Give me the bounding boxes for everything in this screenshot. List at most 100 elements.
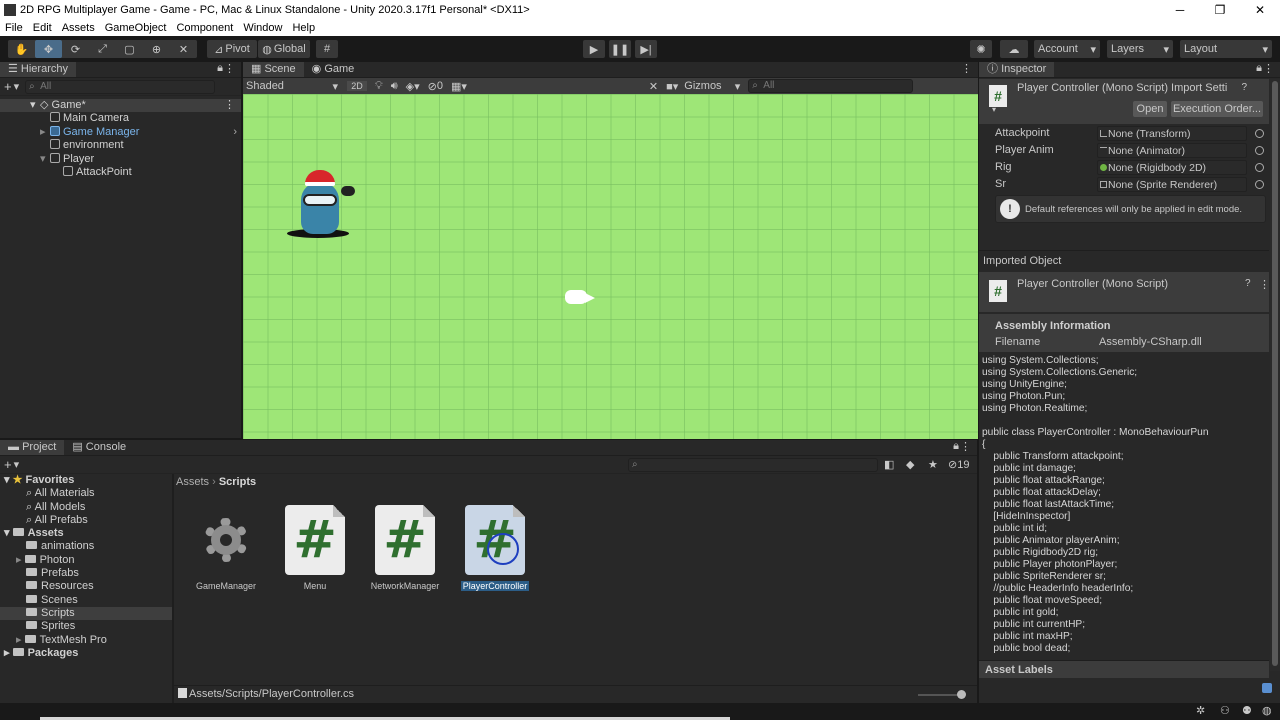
grid-icon[interactable]: ▦▾ xyxy=(451,80,467,93)
breadcrumb-scripts[interactable]: Scripts xyxy=(219,476,256,488)
object-field[interactable]: None (Animator) xyxy=(1097,143,1247,158)
lock-icon[interactable]: 🔒︎ xyxy=(953,440,959,453)
dropdown-arrow-icon[interactable]: ▾ xyxy=(14,458,20,471)
menu-file[interactable]: File xyxy=(0,22,28,34)
custom-tool-icon[interactable]: ✕ xyxy=(170,40,197,58)
object-picker-icon[interactable] xyxy=(1255,129,1264,138)
more-options-icon[interactable]: ⋮ xyxy=(961,62,972,75)
sound-icon[interactable]: ◍ xyxy=(1262,704,1272,717)
cloud-icon[interactable]: ☁ xyxy=(1000,40,1028,58)
chevron-right-icon[interactable]: › xyxy=(233,126,237,139)
bug-icon[interactable]: ⚉ xyxy=(1242,704,1252,717)
open-button[interactable]: Open xyxy=(1133,101,1167,117)
pause-icon[interactable]: ❚❚ xyxy=(609,40,631,58)
services-icon[interactable]: ✺ xyxy=(970,40,992,58)
menu-window[interactable]: Window xyxy=(238,22,287,34)
scrollbar-thumb[interactable] xyxy=(1272,81,1278,666)
label-tag-icon[interactable] xyxy=(1262,683,1272,693)
filter-type-icon[interactable]: ◧ xyxy=(884,458,894,471)
tab-project[interactable]: ▬ Project xyxy=(0,440,65,455)
dropdown-arrow-icon[interactable]: ▾ xyxy=(14,80,20,93)
favorite-item[interactable]: ⌕ All Materials xyxy=(0,487,172,500)
pivot-button[interactable]: ⊿ Pivot xyxy=(207,40,257,58)
minimize-icon[interactable]: ─ xyxy=(1160,0,1200,20)
favorite-item[interactable]: ⌕ All Prefabs xyxy=(0,514,172,527)
more-options-icon[interactable]: ⋮ xyxy=(224,62,235,75)
grid-snap-icon[interactable]: # xyxy=(316,40,338,58)
gizmos-dropdown[interactable]: Gizmos ▾ xyxy=(684,80,740,93)
add-icon[interactable]: + xyxy=(4,79,12,94)
step-icon[interactable]: ▶| xyxy=(635,40,657,58)
tab-game[interactable]: ◉ Game xyxy=(304,62,363,77)
more-options-icon[interactable]: ⋮ xyxy=(960,440,971,453)
lock-icon[interactable]: 🔒︎ xyxy=(217,62,223,75)
rotate-tool-icon[interactable]: ⟳ xyxy=(62,40,89,58)
transform-tool-icon[interactable]: ⊕ xyxy=(143,40,170,58)
favorite-item[interactable]: ⌕ All Models xyxy=(0,501,172,514)
tab-hierarchy[interactable]: ☰ Hierarchy xyxy=(0,62,76,77)
asset-networkmanager[interactable]: # NetworkManager xyxy=(360,505,450,591)
move-tool-icon[interactable]: ✥ xyxy=(35,40,62,58)
inspector-scrollbar[interactable] xyxy=(1270,79,1280,671)
object-field[interactable]: None (Sprite Renderer) xyxy=(1097,177,1247,192)
hierarchy-item-main-camera[interactable]: Main Camera xyxy=(0,112,241,125)
network-icon[interactable]: ⚇ xyxy=(1220,704,1230,717)
zoom-slider-handle[interactable] xyxy=(957,690,966,699)
help-icon[interactable]: ? xyxy=(1241,82,1247,93)
folder-item[interactable]: Prefabs xyxy=(0,567,172,580)
object-field[interactable]: None (Rigidbody 2D) xyxy=(1097,160,1247,175)
hidden-packages-icon[interactable]: ⊘19 xyxy=(948,458,969,471)
more-options-icon[interactable]: ⋮ xyxy=(224,99,235,112)
asset-playercontroller[interactable]: # PlayerController xyxy=(450,505,540,592)
camera-gizmo-icon[interactable] xyxy=(565,286,595,306)
rect-tool-icon[interactable]: ▢ xyxy=(116,40,143,58)
add-icon[interactable]: + xyxy=(4,457,12,472)
tab-inspector[interactable]: ⓘ Inspector xyxy=(979,62,1055,77)
help-icon[interactable]: ? xyxy=(1245,278,1251,289)
menu-assets[interactable]: Assets xyxy=(57,22,100,34)
layout-dropdown[interactable]: Layout ▾ xyxy=(1180,40,1272,58)
tab-scene[interactable]: ▦ Scene xyxy=(243,62,304,77)
hierarchy-search-input[interactable]: All xyxy=(25,79,216,94)
more-options-icon[interactable]: ⋮ xyxy=(1259,278,1270,291)
shading-dropdown[interactable]: Shaded ▾ xyxy=(243,80,341,93)
hidden-objects-icon[interactable]: ⊘ xyxy=(428,80,437,93)
menu-gameobject[interactable]: GameObject xyxy=(100,22,172,34)
hierarchy-item-attackpoint[interactable]: AttackPoint xyxy=(0,165,241,179)
folder-item[interactable]: Resources xyxy=(0,580,172,593)
favorite-icon[interactable]: ★ xyxy=(928,458,938,471)
close-icon[interactable]: ✕ xyxy=(1240,0,1280,20)
scale-tool-icon[interactable]: ⤢ xyxy=(89,40,116,58)
dropdown-arrow-icon[interactable]: ▾ xyxy=(992,105,996,114)
object-picker-icon[interactable] xyxy=(1255,146,1264,155)
tree-divider[interactable] xyxy=(172,474,174,703)
tools-icon[interactable]: ✕ xyxy=(649,80,658,93)
execution-order-button[interactable]: Execution Order... xyxy=(1171,101,1263,117)
lock-icon[interactable]: 🔒︎ xyxy=(1256,62,1262,75)
menu-component[interactable]: Component xyxy=(171,22,238,34)
folder-item[interactable]: animations xyxy=(0,540,172,553)
global-button[interactable]: ◍ Global xyxy=(258,40,310,58)
hierarchy-item-environment[interactable]: environment xyxy=(0,139,241,152)
breadcrumb-assets[interactable]: Assets xyxy=(176,476,209,488)
hierarchy-item-player[interactable]: ▾ Player xyxy=(0,152,241,166)
asset-menu[interactable]: # Menu xyxy=(270,505,360,591)
tab-console[interactable]: ▤ Console xyxy=(64,440,134,455)
object-picker-icon[interactable] xyxy=(1255,163,1264,172)
folder-item[interactable]: ▸ Photon xyxy=(0,554,172,567)
packages-root[interactable]: ▸ Packages xyxy=(0,647,172,660)
more-options-icon[interactable]: ⋮ xyxy=(1263,62,1274,75)
project-search-input[interactable] xyxy=(628,458,878,472)
folder-item-selected[interactable]: Scripts xyxy=(0,606,172,621)
zoom-slider[interactable] xyxy=(918,690,966,699)
hand-tool-icon[interactable]: ✋ xyxy=(8,40,35,58)
hierarchy-item-scene[interactable]: ▾ ◇ Game* ⋮ xyxy=(0,99,241,113)
assets-root[interactable]: ▾ Assets xyxy=(0,527,172,540)
filter-label-icon[interactable]: ◆ xyxy=(906,458,914,471)
audio-icon[interactable]: 🔊︎ xyxy=(391,80,398,93)
favorites-header[interactable]: ▾ ★ Favorites xyxy=(0,474,172,487)
hierarchy-item-game-manager[interactable]: ▸ Game Manager › xyxy=(0,125,241,139)
object-field[interactable]: None (Transform) xyxy=(1097,126,1247,141)
asset-gamemanager[interactable]: GameManager xyxy=(181,505,271,591)
layers-dropdown[interactable]: Layers ▾ xyxy=(1107,40,1173,58)
